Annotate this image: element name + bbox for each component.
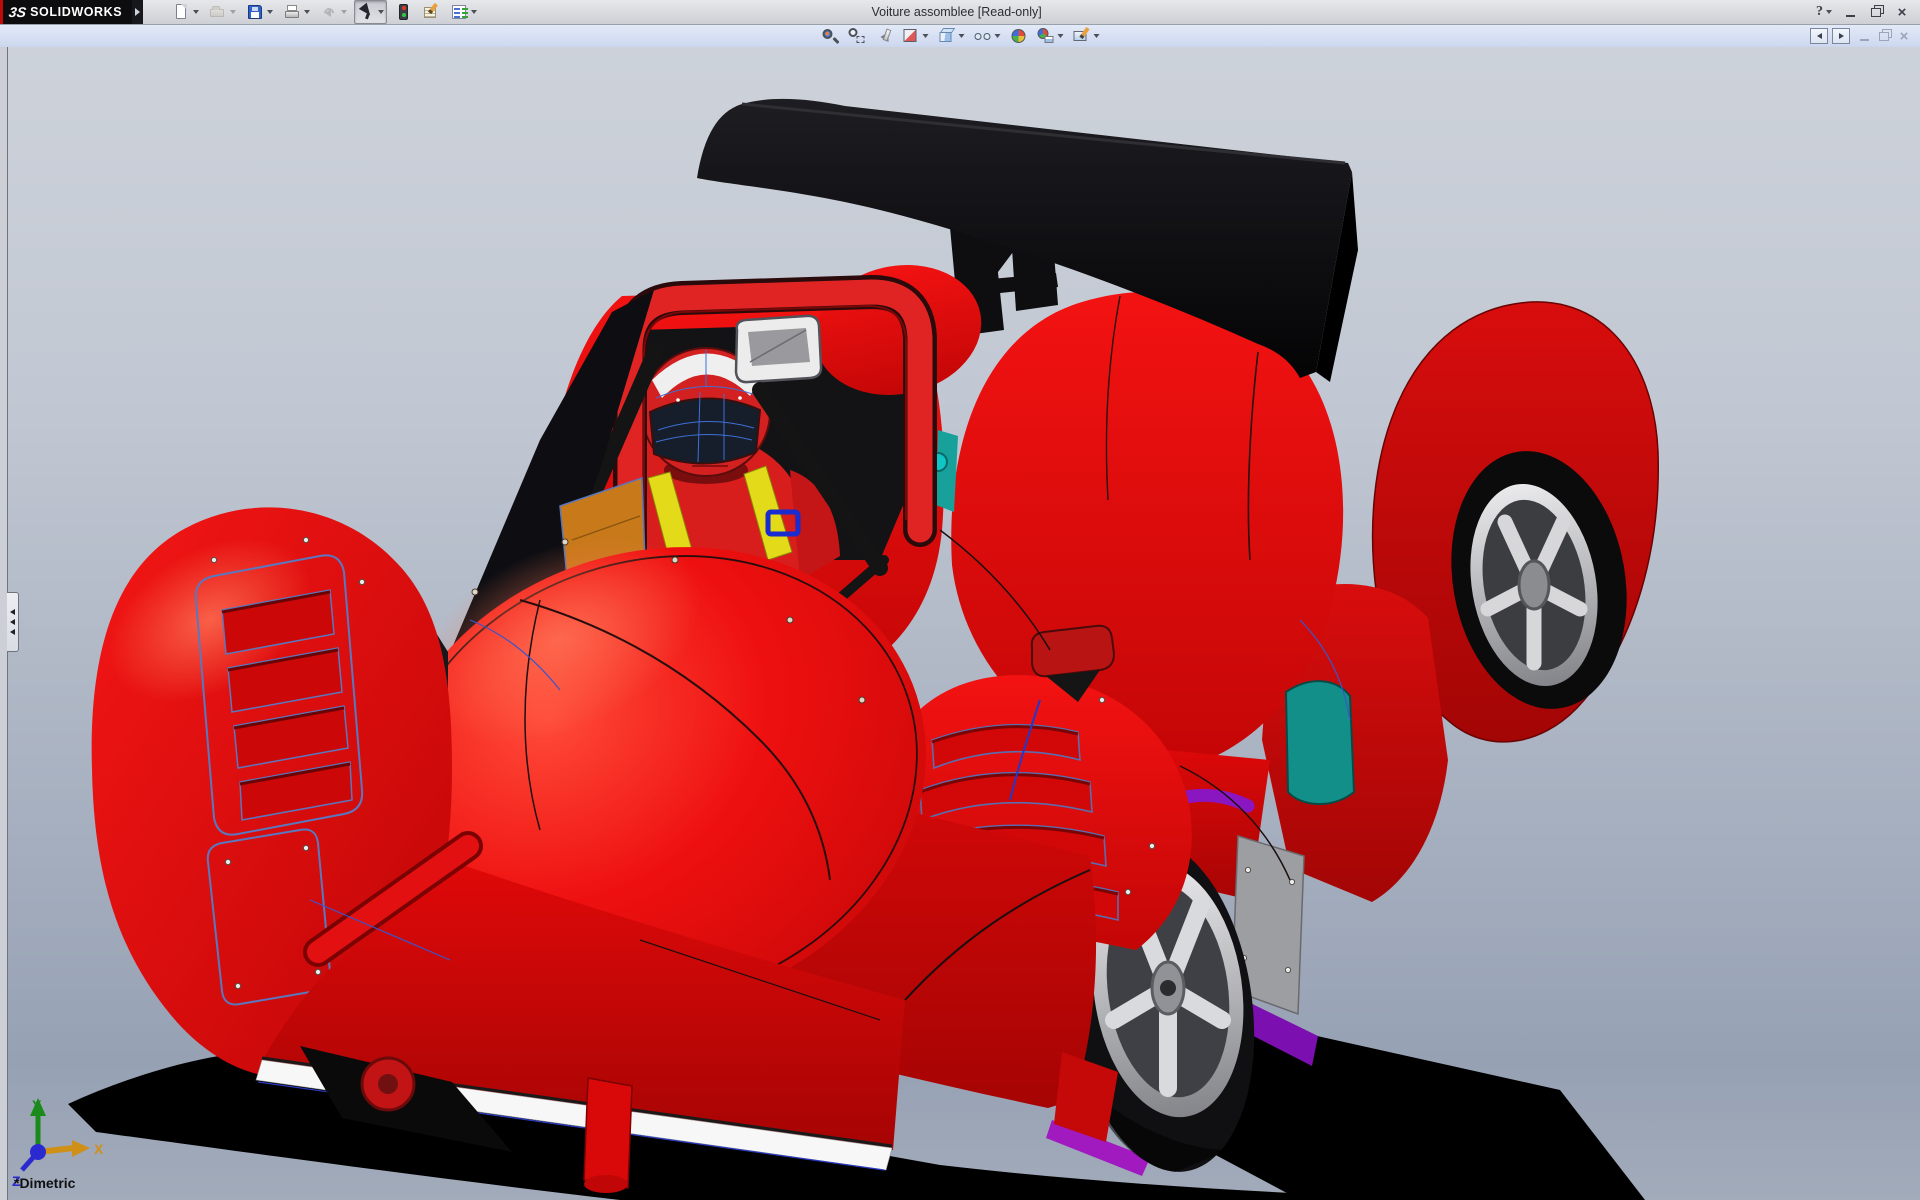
dropdown-arrow-icon[interactable] — [959, 34, 965, 38]
view-orientation-button[interactable] — [935, 24, 968, 48]
scene-ball-icon — [1037, 27, 1055, 45]
print-button[interactable] — [280, 0, 313, 24]
previous-view-icon — [875, 27, 893, 45]
undo-button — [317, 0, 350, 24]
3d-scene[interactable]: Y X Z — [0, 47, 1920, 1200]
minimize-icon — [1846, 8, 1855, 17]
restore-button[interactable] — [1864, 3, 1888, 22]
zoom-fit-icon — [821, 27, 839, 45]
view-cube-icon — [938, 27, 956, 45]
view-settings-button[interactable] — [1070, 24, 1103, 48]
restore-icon — [1871, 8, 1881, 17]
dropdown-arrow-icon[interactable] — [304, 10, 310, 14]
save-button[interactable] — [243, 0, 276, 24]
expand-right-panel-button[interactable] — [1832, 28, 1850, 44]
select-button[interactable] — [354, 0, 387, 24]
flyout-arrow-icon — [135, 8, 140, 16]
feature-manager-collapsed-tab[interactable] — [7, 592, 19, 652]
restore-icon — [1879, 32, 1889, 41]
dropdown-arrow-icon[interactable] — [230, 10, 236, 14]
svg-text:Y: Y — [32, 1097, 42, 1113]
dropdown-arrow-icon[interactable] — [341, 10, 347, 14]
previous-view-button[interactable] — [872, 24, 896, 48]
ds-logo-icon: 3S — [8, 4, 27, 20]
doc-close-button[interactable]: × — [1894, 28, 1914, 44]
triangle-left-icon — [1817, 33, 1822, 39]
apply-scene-button[interactable] — [1034, 24, 1067, 48]
edit-component-button[interactable] — [419, 0, 443, 24]
traffic-light-icon — [394, 3, 412, 21]
options-list-icon — [450, 3, 468, 21]
new-document-button[interactable] — [169, 0, 202, 24]
rebuild-button[interactable] — [391, 0, 415, 24]
close-icon: × — [1898, 5, 1907, 20]
heads-up-view-toolbar — [818, 25, 1103, 47]
select-cursor-icon — [357, 3, 375, 21]
section-view-icon — [902, 27, 920, 45]
dropdown-arrow-icon[interactable] — [1094, 34, 1100, 38]
new-doc-icon — [172, 3, 190, 21]
collapse-arrow-icon — [10, 619, 15, 625]
document-window-controls: × — [1810, 25, 1914, 47]
section-view-button[interactable] — [899, 24, 932, 48]
save-floppy-icon — [246, 3, 264, 21]
solidworks-logo: 3S SOLIDWORKS — [0, 0, 132, 24]
open-folder-icon — [209, 3, 227, 21]
air-intake-box — [736, 316, 821, 382]
dropdown-arrow-icon[interactable] — [471, 10, 477, 14]
dropdown-arrow-icon[interactable] — [923, 34, 929, 38]
minimize-icon — [1860, 32, 1869, 41]
help-dropdown-icon[interactable] — [1826, 10, 1832, 14]
window-controls: ? × — [1812, 0, 1914, 24]
collapse-left-panel-button[interactable] — [1810, 28, 1828, 44]
options-button[interactable] — [447, 0, 480, 24]
triangle-right-icon — [1839, 33, 1844, 39]
view-settings-icon — [1073, 27, 1091, 45]
display-style-icon — [974, 27, 992, 45]
menu-strip: × — [0, 25, 1920, 48]
graphics-viewport[interactable]: Y X Z *Dimetric — [0, 47, 1920, 1200]
dropdown-arrow-icon[interactable] — [193, 10, 199, 14]
appearance-ball-icon — [1010, 27, 1028, 45]
collapse-arrow-icon — [10, 609, 15, 615]
doc-minimize-button[interactable] — [1854, 28, 1874, 44]
main-toolbar — [169, 0, 480, 24]
note-pencil-icon — [422, 3, 440, 21]
minimize-button[interactable] — [1838, 3, 1862, 22]
menu-flyout-button[interactable] — [132, 0, 143, 24]
edit-appearance-button[interactable] — [1007, 24, 1031, 48]
open-document-button — [206, 0, 239, 24]
zoom-to-fit-button[interactable] — [818, 24, 842, 48]
zoom-area-icon — [848, 27, 866, 45]
help-button[interactable]: ? — [1812, 4, 1836, 20]
collapse-arrow-icon — [10, 629, 15, 635]
undo-arrow-icon — [320, 3, 338, 21]
dropdown-arrow-icon[interactable] — [1058, 34, 1064, 38]
close-button[interactable]: × — [1890, 3, 1914, 22]
printer-icon — [283, 3, 301, 21]
dropdown-arrow-icon[interactable] — [378, 10, 384, 14]
view-orientation-label: *Dimetric — [14, 1175, 75, 1191]
svg-text:X: X — [94, 1141, 104, 1157]
close-icon: × — [1900, 29, 1909, 44]
title-bar: 3S SOLIDWORKS — [0, 0, 1920, 25]
doc-restore-button[interactable] — [1874, 28, 1894, 44]
zoom-to-area-button[interactable] — [845, 24, 869, 48]
logo-text: SOLIDWORKS — [30, 5, 122, 19]
solidworks-window: 3S SOLIDWORKS — [0, 0, 1920, 1200]
dropdown-arrow-icon[interactable] — [267, 10, 273, 14]
window-title: Voiture assomblee [Read-only] — [871, 0, 1041, 24]
display-style-button[interactable] — [971, 24, 1004, 48]
dropdown-arrow-icon[interactable] — [995, 34, 1001, 38]
